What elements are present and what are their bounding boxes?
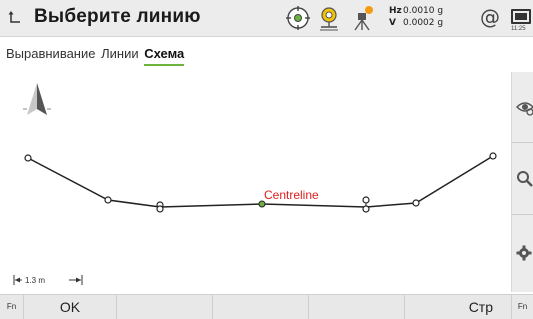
back-arrow-icon: [8, 11, 20, 23]
instrument-status-icon[interactable]: [350, 5, 376, 31]
view-button[interactable]: [512, 72, 533, 143]
v-value: 0.0002 g: [403, 18, 444, 28]
vertex-point[interactable]: [362, 196, 370, 204]
v-label: V: [389, 18, 396, 28]
settings-button[interactable]: [512, 218, 533, 288]
at-symbol[interactable]: @: [480, 5, 500, 29]
tab-lines[interactable]: Линии: [101, 46, 139, 64]
vertex-point[interactable]: [362, 205, 370, 213]
tab-scheme[interactable]: Схема: [144, 46, 185, 66]
plot-canvas[interactable]: Centreline 1.3 m: [0, 72, 512, 292]
softkey-bar: Fn OK Стр Fn: [0, 294, 533, 319]
target-crosshair-icon[interactable]: [285, 5, 311, 31]
vertex-point[interactable]: [104, 196, 112, 204]
hz-value: 0.0010 g: [403, 6, 444, 16]
softkey-empty-4[interactable]: [213, 295, 309, 319]
page-button-label: Стр: [468, 299, 493, 315]
vertex-point[interactable]: [489, 152, 497, 160]
title-bar: Выберите линию Hz0.0010 g V 0.0002 g @ 11…: [0, 0, 533, 37]
hz-label: Hz: [389, 6, 402, 16]
tab-bar: Выравнивание Линии Схема: [6, 46, 186, 68]
vertex-point[interactable]: [412, 199, 420, 207]
right-toolbar: [511, 72, 533, 292]
eye-icon: [516, 102, 533, 116]
back-button[interactable]: [2, 4, 28, 32]
fn-key-right[interactable]: Fn: [512, 295, 533, 319]
clock-time: 11:25: [511, 26, 526, 32]
fn-key-left[interactable]: Fn: [0, 295, 24, 319]
page-button[interactable]: Стр: [405, 295, 512, 319]
centreline-polyline[interactable]: [27, 155, 494, 208]
north-arrow-icon: [23, 83, 51, 115]
scale-bar: 1.3 m: [13, 275, 83, 285]
gear-icon: [516, 245, 532, 261]
vertex-point[interactable]: [24, 154, 32, 162]
prism-target-icon[interactable]: [316, 5, 342, 31]
vertex-point[interactable]: [156, 205, 164, 213]
angle-readout: Hz0.0010 g V 0.0002 g: [389, 5, 443, 29]
page-title: Выберите линию: [34, 6, 201, 27]
magnifier-icon: [517, 171, 533, 187]
softkey-empty-3[interactable]: [117, 295, 213, 319]
ok-button[interactable]: OK: [24, 295, 117, 319]
tab-alignment[interactable]: Выравнивание: [6, 46, 95, 64]
zoom-button[interactable]: [512, 144, 533, 215]
line-label: Centreline: [264, 188, 319, 202]
battery-icon: 11:25: [511, 7, 533, 33]
softkey-empty-5[interactable]: [309, 295, 405, 319]
scale-label: 1.3 m: [25, 276, 45, 285]
